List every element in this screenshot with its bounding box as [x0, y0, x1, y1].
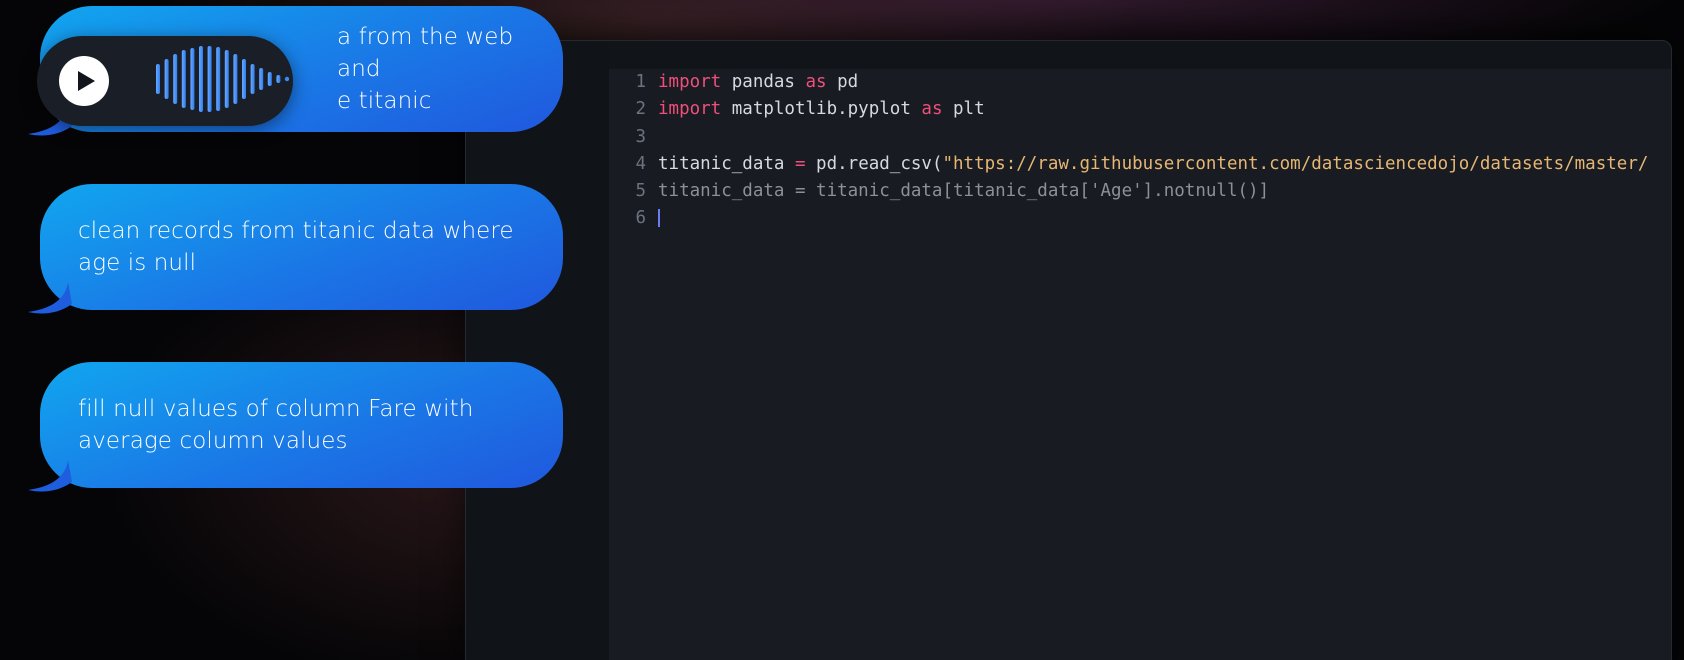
code-line-6: 6	[609, 205, 1671, 232]
chat-bubble-3: fill null values of column Fare with ave…	[28, 362, 563, 492]
code-line-2: 2 import matplotlib.pyplot as plt	[609, 96, 1671, 123]
line-number: 3	[635, 126, 646, 147]
line-number: 2	[635, 99, 646, 120]
line-number: 6	[635, 208, 646, 229]
code-line-3: 3	[609, 124, 1671, 151]
bubble-2-line-2: age is null	[78, 250, 197, 276]
bubble-tail-icon	[28, 282, 72, 314]
operator: =	[794, 153, 806, 174]
waveform-bar	[190, 48, 195, 110]
waveform-bar	[276, 75, 281, 83]
keyword: import	[658, 72, 722, 92]
screen: 1 import pandas as pd 2 import matplotlib.…	[0, 0, 1684, 660]
waveform-bar	[181, 50, 186, 108]
waveform-bar	[224, 50, 229, 108]
code-text: pd.read_csv(	[805, 153, 943, 174]
chat-bubble-2: clean records from titanic data where ag…	[28, 184, 563, 314]
bubble-1-line-2: e titanic	[337, 88, 432, 114]
code-text: titanic_data	[658, 153, 795, 174]
waveform-bar	[259, 68, 264, 90]
waveform-icon	[156, 46, 289, 112]
code-text: matplotlib.pyplot	[721, 99, 922, 120]
keyword: as	[921, 99, 943, 120]
code-line-4: 4 titanic_data = pd.read_csv("https://raw…	[609, 151, 1671, 178]
string-literal: "https://raw.githubusercontent.com/datas…	[942, 153, 1649, 174]
play-button[interactable]	[59, 56, 109, 106]
bubble-2-line-1: clean records from titanic data where	[78, 218, 514, 244]
waveform-bar	[242, 59, 246, 99]
code-editor-window: 1 import pandas as pd 2 import matplotlib.…	[465, 40, 1672, 660]
play-icon	[78, 71, 95, 91]
line-number: 1	[635, 72, 646, 92]
text-cursor	[658, 209, 660, 228]
line-number: 5	[635, 181, 646, 202]
waveform-bar	[156, 64, 160, 94]
code-area[interactable]: 1 import pandas as pd 2 import matplotlib.…	[609, 69, 1671, 660]
waveform-bar	[216, 47, 221, 111]
code-text: pandas	[721, 72, 806, 92]
waveform-bar	[207, 46, 212, 112]
bubble-tail-icon	[28, 460, 72, 492]
code-line-1: 1 import pandas as pd	[609, 69, 1671, 96]
keyword: as	[805, 72, 827, 92]
waveform-bar	[233, 54, 238, 104]
editor-side-panel	[466, 41, 609, 660]
waveform-bar	[267, 72, 272, 86]
voice-message-player	[37, 36, 293, 126]
bubble-3-line-2: average column values	[78, 428, 348, 454]
keyword: import	[658, 99, 722, 120]
suggested-code: titanic_data = titanic_data[titanic_data…	[658, 181, 1270, 202]
waveform-bar	[199, 46, 203, 112]
waveform-bar	[250, 64, 255, 94]
bubble-3-line-1: fill null values of column Fare with	[78, 396, 474, 422]
code-text: plt	[942, 99, 985, 120]
code-line-5: 5 titanic_data = titanic_data[titanic_dat…	[609, 178, 1671, 205]
waveform-bar	[173, 54, 178, 104]
waveform-dot	[284, 76, 289, 82]
bubble-1-line-1: a from the web and	[337, 24, 514, 82]
line-number: 4	[635, 153, 646, 174]
waveform-bar	[164, 59, 169, 99]
code-text: pd	[826, 72, 859, 92]
